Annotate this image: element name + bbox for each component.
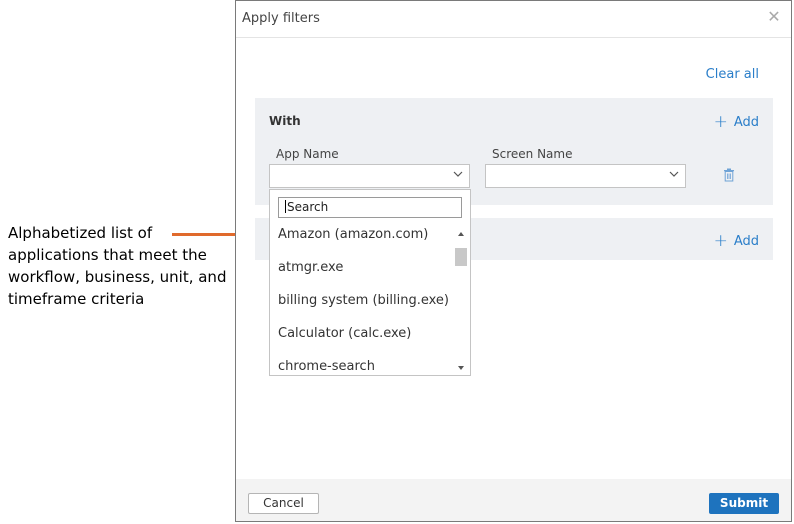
with-add-label: Add bbox=[733, 115, 759, 130]
list-item[interactable]: Calculator (calc.exe) bbox=[270, 323, 454, 356]
dropdown-search-input[interactable]: Search bbox=[278, 197, 462, 218]
second-add-label: Add bbox=[733, 234, 759, 249]
search-placeholder: Search bbox=[287, 200, 329, 214]
trash-icon[interactable] bbox=[723, 168, 735, 182]
dialog-footer: Cancel Submit bbox=[236, 479, 791, 521]
close-icon[interactable]: ✕ bbox=[767, 9, 781, 25]
with-add-button[interactable]: + Add bbox=[714, 112, 759, 132]
second-add-button[interactable]: + Add bbox=[714, 231, 759, 251]
screen-name-select[interactable] bbox=[485, 164, 686, 188]
screen-name-label: Screen Name bbox=[492, 147, 573, 161]
app-name-label: App Name bbox=[276, 147, 339, 161]
list-item[interactable]: Amazon (amazon.com) bbox=[270, 224, 454, 257]
scroll-thumb[interactable] bbox=[455, 248, 467, 266]
scroll-up-arrow-icon[interactable] bbox=[458, 232, 464, 236]
with-section-title: With bbox=[269, 114, 301, 128]
text-caret bbox=[285, 200, 286, 213]
list-item[interactable]: chrome-search bbox=[270, 356, 454, 375]
dropdown-scrollbar[interactable] bbox=[453, 224, 470, 375]
submit-button[interactable]: Submit bbox=[709, 493, 779, 514]
chevron-down-icon bbox=[453, 171, 463, 177]
clear-all-link[interactable]: Clear all bbox=[706, 67, 759, 82]
list-item[interactable]: billing system (billing.exe) bbox=[270, 290, 454, 323]
app-name-dropdown-list: Search Amazon (amazon.com) atmgr.exe bil… bbox=[269, 189, 471, 376]
scroll-down-arrow-icon[interactable] bbox=[458, 366, 464, 370]
dialog-header: Apply filters ✕ bbox=[236, 1, 791, 38]
plus-icon: + bbox=[713, 112, 728, 132]
app-name-select[interactable] bbox=[269, 164, 470, 188]
dialog-title: Apply filters bbox=[242, 11, 320, 26]
list-item[interactable]: atmgr.exe bbox=[270, 257, 454, 290]
app-options-list: Amazon (amazon.com) atmgr.exe billing sy… bbox=[270, 224, 454, 375]
cancel-button[interactable]: Cancel bbox=[248, 493, 319, 514]
chevron-down-icon bbox=[669, 171, 679, 177]
plus-icon: + bbox=[713, 231, 728, 251]
